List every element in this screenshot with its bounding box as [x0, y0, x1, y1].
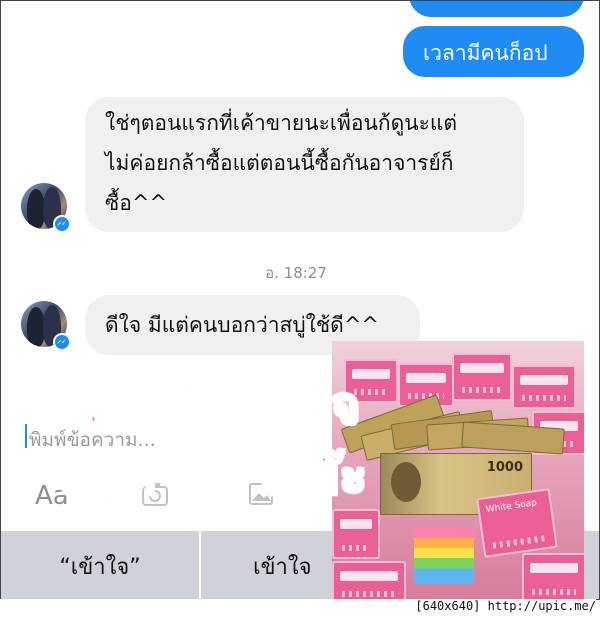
incoming-message: ใช่ๆตอนแรกที่เค้าขายนะเพื่อนก้ดูนะแต่ ไม…: [85, 97, 524, 232]
quick-reply-1[interactable]: “เข้าใจ”: [1, 531, 199, 599]
message-timestamp: อ. 18:27: [265, 264, 327, 282]
promo-subheadline: สบู่ตัวขาวโบ๊ะ: [58, 446, 369, 507]
outgoing-message-partial: [409, 1, 584, 17]
outgoing-message: เวลามีคนก็อป: [403, 26, 584, 77]
chat-screen: เวลามีคนก็อป ใช่ๆตอนแรกที่เค้าขายนะเพื่อ…: [0, 0, 600, 600]
rainbow-soap-bar: [414, 528, 474, 584]
upload-watermark: [640x640] http://upic.me/: [0, 599, 596, 617]
messenger-badge-icon: [53, 333, 71, 351]
promo-headline: ใครใช้ก็ติดใจ: [58, 376, 362, 437]
text-cursor: [25, 424, 27, 448]
messenger-badge-icon: [53, 215, 71, 233]
